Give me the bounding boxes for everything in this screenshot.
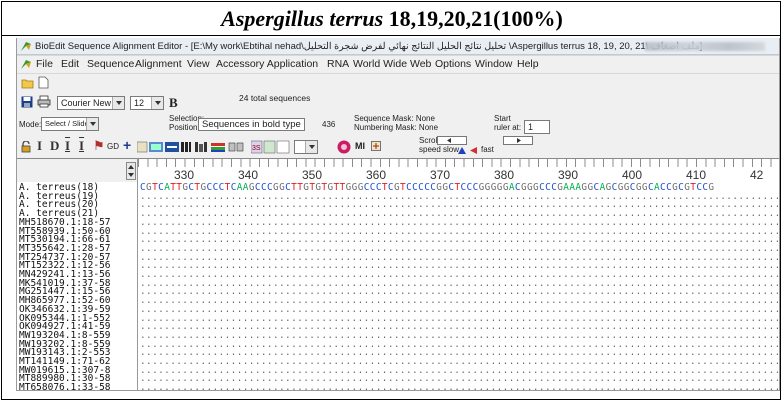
fast-label: fast bbox=[481, 145, 494, 154]
gap-icon[interactable]: GD bbox=[107, 142, 119, 151]
print-icon[interactable] bbox=[37, 95, 51, 108]
chevron-down-icon[interactable] bbox=[151, 97, 163, 109]
ruler-tick-label: 390 bbox=[558, 168, 579, 182]
window-controls-blurred bbox=[645, 42, 765, 51]
sequence-mask: Sequence Mask: None bbox=[354, 114, 435, 123]
speed-arrow-icon bbox=[470, 147, 477, 154]
chevron-down-icon[interactable] bbox=[86, 118, 98, 130]
mi-button[interactable]: MI bbox=[355, 141, 365, 151]
caption-divider bbox=[2, 35, 780, 36]
total-sequences-count: 24 total sequences bbox=[239, 93, 311, 103]
identical-sequence-row[interactable]: ........................................… bbox=[140, 382, 779, 390]
shading-tools-icon[interactable]: 3S bbox=[251, 140, 291, 154]
menu-edit[interactable]: Edit bbox=[61, 56, 79, 73]
ruler-at-label: ruler at: bbox=[494, 123, 522, 132]
selection-value: Sequences in bold type bbox=[198, 118, 305, 131]
overline-icon[interactable]: I bbox=[79, 138, 84, 154]
insert-mode-icon[interactable]: I bbox=[37, 138, 42, 154]
figure-caption: Aspergillus terrus 18,19,20,21(100%) bbox=[2, 4, 782, 34]
open-folder-icon[interactable] bbox=[21, 77, 35, 89]
position-label: Position: bbox=[169, 123, 200, 132]
speed-slow-label: speed slow bbox=[419, 145, 460, 154]
scroll-up-down-icon[interactable] bbox=[126, 162, 136, 180]
pointer-icon[interactable]: ⚑ bbox=[93, 138, 105, 154]
font-size-select[interactable]: 12 bbox=[130, 96, 164, 110]
bioedit-window: BioEdit Sequence Alignment Editor - [E:\… bbox=[16, 38, 780, 391]
menu-file[interactable]: File bbox=[36, 56, 53, 73]
bioedit-app-icon bbox=[21, 42, 31, 51]
edit-toolbar: I D I I ⚑ GD + 3S MI Scroll speed slow f… bbox=[17, 136, 779, 158]
new-document-icon[interactable] bbox=[38, 76, 49, 89]
ruler-tick-label: 350 bbox=[302, 168, 323, 182]
numbering-mask: Numbering Mask: None bbox=[354, 123, 439, 132]
font-select-value: Courier New bbox=[61, 98, 112, 108]
ruler-tick-label: 42 bbox=[750, 168, 764, 182]
menu-accessory-application[interactable]: Accessory Application bbox=[216, 56, 318, 73]
add-sequence-icon[interactable]: + bbox=[123, 137, 131, 153]
menu-bar: File Edit Sequence Alignment View Access… bbox=[17, 56, 779, 73]
ruler-start-input[interactable]: 1 bbox=[524, 120, 550, 134]
chevron-down-icon[interactable] bbox=[112, 97, 124, 109]
file-toolbar bbox=[17, 74, 779, 92]
figure-frame: Aspergillus terrus 18,19,20,21(100%) Bio… bbox=[1, 1, 781, 400]
window-title: BioEdit Sequence Alignment Editor - [E:\… bbox=[35, 41, 702, 52]
font-size-value: 12 bbox=[134, 98, 145, 108]
scroll-left-button[interactable] bbox=[437, 136, 467, 145]
menu-options[interactable]: Options bbox=[435, 56, 471, 73]
ruler-tick-label: 410 bbox=[686, 168, 707, 182]
position-ruler: 330 340 350 360 370 380 390 400 410 42 bbox=[138, 158, 779, 182]
save-icon[interactable] bbox=[21, 96, 33, 108]
shading-select[interactable] bbox=[294, 140, 318, 154]
mode-select-value: Select / Slide bbox=[45, 119, 89, 128]
ruler-tick-label: 340 bbox=[238, 168, 259, 182]
caption-species: Aspergillus terrus bbox=[221, 6, 384, 31]
alignment-tools-icon[interactable] bbox=[137, 140, 247, 154]
menu-rna[interactable]: RNA bbox=[327, 56, 349, 73]
mode-label: Mode: bbox=[19, 120, 42, 129]
mode-select[interactable]: Select / Slide bbox=[41, 117, 99, 131]
document-menu-icon[interactable] bbox=[20, 59, 32, 70]
menu-alignment[interactable]: Alignment bbox=[135, 56, 182, 73]
chevron-down-icon[interactable] bbox=[305, 141, 317, 153]
menu-view[interactable]: View bbox=[187, 56, 210, 73]
underline-icon[interactable]: I bbox=[65, 138, 70, 154]
record-icon[interactable] bbox=[336, 139, 352, 155]
ruler-tick-label: 370 bbox=[430, 168, 451, 182]
caption-strains: 18,19,20,21(100%) bbox=[383, 6, 563, 31]
menu-window[interactable]: Window bbox=[475, 56, 512, 73]
ruler-tick-label: 380 bbox=[494, 168, 515, 182]
position-value: 436 bbox=[322, 120, 336, 129]
scroll-right-button[interactable] bbox=[503, 136, 533, 145]
sequence-name[interactable]: MT658076.1:33-58 bbox=[19, 382, 111, 390]
menu-world-wide-web[interactable]: World Wide Web bbox=[353, 56, 431, 73]
start-label: Start bbox=[494, 114, 511, 123]
speed-slider-thumb-icon[interactable] bbox=[457, 146, 467, 155]
reference-icon[interactable] bbox=[371, 141, 381, 151]
ruler-ticks bbox=[138, 159, 779, 167]
scroll-label: Scroll bbox=[419, 136, 440, 145]
format-toolbar: Courier New 12 B 24 total sequences bbox=[17, 92, 779, 114]
svg-text:3S: 3S bbox=[252, 145, 261, 152]
lock-icon[interactable] bbox=[21, 141, 31, 153]
ruler-tick-label: 330 bbox=[174, 168, 195, 182]
ruler-tick-label: 360 bbox=[366, 168, 387, 182]
font-select[interactable]: Courier New bbox=[57, 96, 125, 110]
window-titlebar: BioEdit Sequence Alignment Editor - [E:\… bbox=[17, 38, 779, 55]
delete-mode-icon[interactable]: D bbox=[50, 138, 59, 154]
sequence-name-list: A. terreus(18) A. terreus(19) A. terreus(2… bbox=[17, 182, 138, 390]
menu-help[interactable]: Help bbox=[517, 56, 539, 73]
name-column-header bbox=[17, 158, 138, 182]
sequence-alignment-panel: CGTCATTGCTGCCCTCAAGCCCGGCTTGTGTGTTGGGCCC… bbox=[138, 182, 779, 390]
status-toolbar: Mode: Select / Slide Selection: Position… bbox=[17, 114, 779, 136]
menu-sequence[interactable]: Sequence bbox=[87, 56, 134, 73]
ruler-tick-label: 400 bbox=[622, 168, 643, 182]
bold-button[interactable]: B bbox=[169, 95, 178, 111]
